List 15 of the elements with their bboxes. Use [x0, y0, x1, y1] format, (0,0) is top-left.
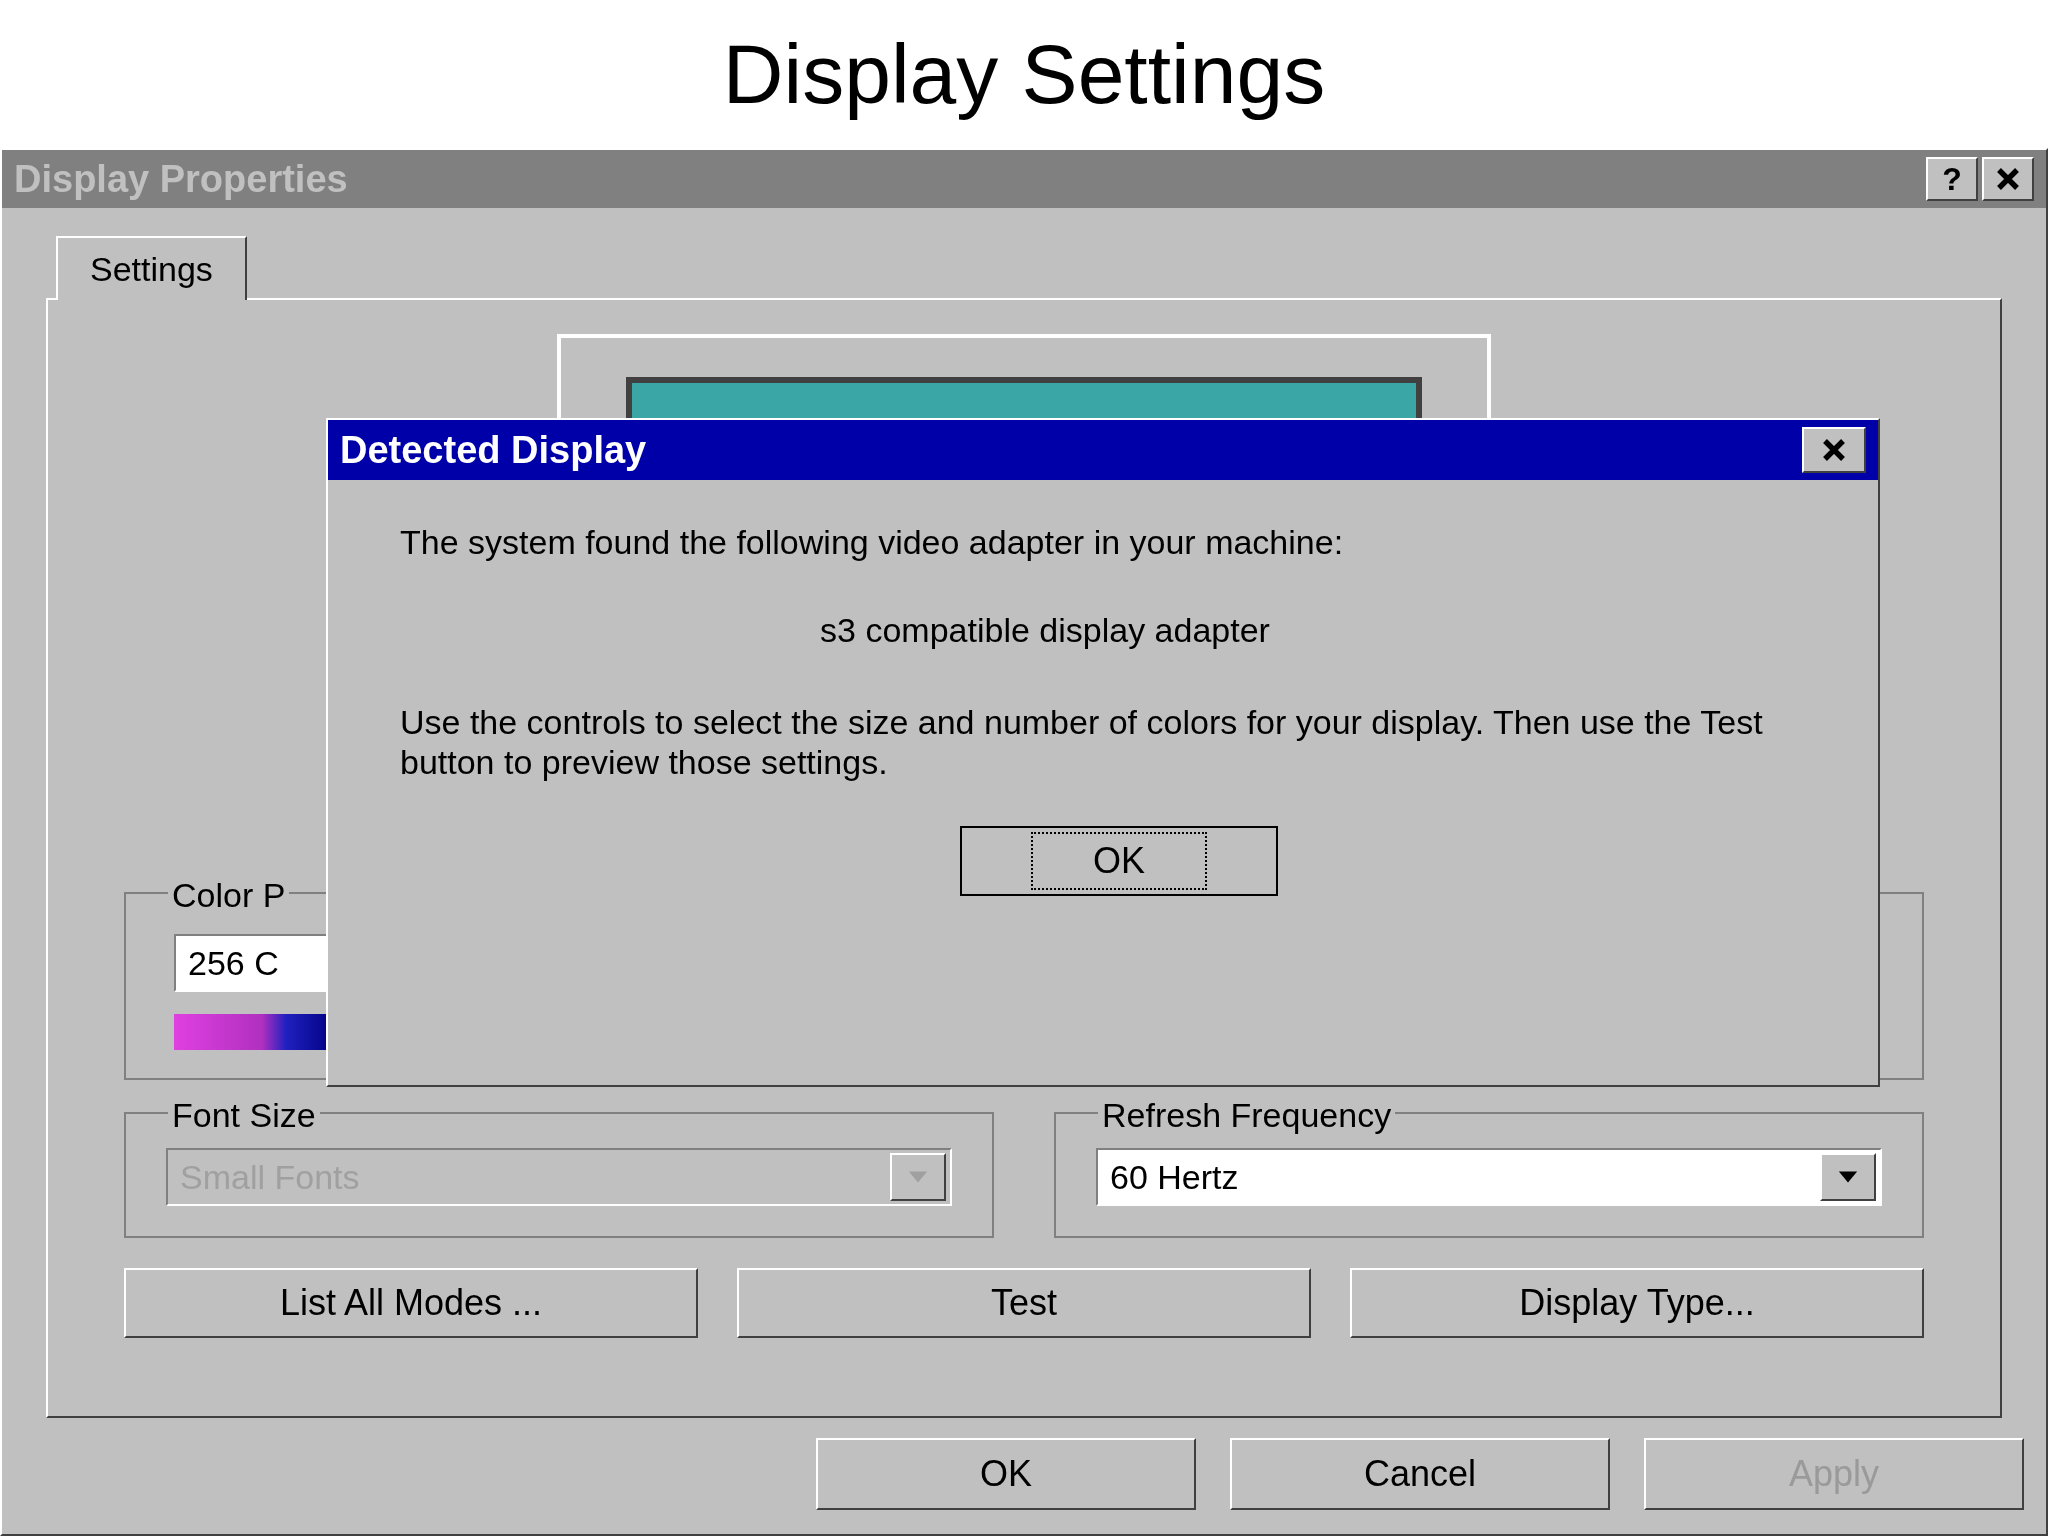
- dialog-button[interactable]: OK: [816, 1438, 1196, 1510]
- refresh-frequency-dropdown[interactable]: 60 Hertz: [1096, 1148, 1882, 1206]
- adapter-name: s3 compatible display adapter: [819, 610, 1271, 650]
- window-title: Display Properties: [14, 156, 348, 202]
- dialog-button[interactable]: Cancel: [1230, 1438, 1610, 1510]
- dialog-instructions: Use the controls to select the size and number of colors for your display. Then use the Test button to preview those settings.: [400, 702, 1764, 782]
- panel-button[interactable]: Test: [737, 1268, 1311, 1338]
- help-button[interactable]: ?: [1926, 157, 1978, 201]
- dialog-message: The system found the following video adapter in your machine:: [400, 522, 1345, 562]
- panel-button[interactable]: List All Modes ...: [124, 1268, 698, 1338]
- tab[interactable]: Settings: [56, 236, 247, 300]
- dialog-title: Detected Display: [340, 427, 647, 473]
- ok-button[interactable]: OK: [960, 826, 1278, 896]
- panel-button[interactable]: Display Type...: [1350, 1268, 1924, 1338]
- slide-title: Display Settings: [722, 26, 1326, 123]
